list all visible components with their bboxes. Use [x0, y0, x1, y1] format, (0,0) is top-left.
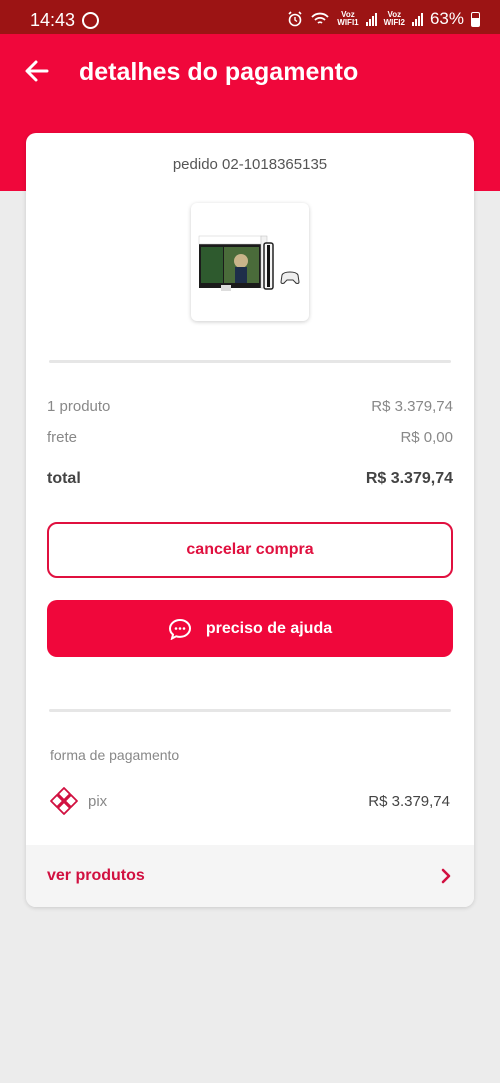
- product-image: [198, 235, 300, 291]
- back-arrow-icon[interactable]: [22, 56, 52, 86]
- products-label: 1 produto: [47, 398, 111, 415]
- divider: [49, 360, 451, 363]
- status-time: 14:43: [30, 10, 76, 30]
- products-row: 1 produto R$ 3.379,74: [47, 398, 453, 415]
- network-label-2: Voz WIFI2: [383, 10, 405, 27]
- network-label-1: Voz WIFI1: [337, 10, 359, 27]
- shipping-row: frete R$ 0,00: [47, 429, 453, 446]
- shipping-label: frete: [47, 429, 78, 446]
- page-title: detalhes do pagamento: [79, 58, 359, 86]
- view-products-label: ver produtos: [47, 867, 145, 884]
- payment-method-name: pix: [88, 792, 108, 810]
- order-id: pedido 02-1018365135: [172, 156, 328, 173]
- total-label: total: [47, 470, 81, 487]
- status-bar: 14:43 Voz WIFI1 Voz WIFI2 63%: [0, 0, 500, 34]
- payment-method-row: pix R$ 3.379,74: [48, 785, 450, 817]
- chevron-right-icon: [441, 868, 451, 884]
- help-button[interactable]: preciso de ajuda: [47, 600, 453, 657]
- cancel-purchase-button[interactable]: cancelar compra: [47, 522, 453, 578]
- chat-bubble-icon: [168, 618, 191, 640]
- total-value: R$ 3.379,74: [365, 470, 453, 487]
- divider: [49, 709, 451, 712]
- signal-icon: [365, 12, 377, 26]
- battery-percent: 63%: [429, 9, 464, 28]
- signal-icon: [411, 12, 423, 26]
- pix-icon: [50, 787, 78, 815]
- status-icons: Voz WIFI1 Voz WIFI2 63%: [287, 9, 480, 29]
- wifi-icon: [311, 12, 329, 24]
- shipping-value: R$ 0,00: [400, 429, 453, 446]
- product-thumbnail[interactable]: [191, 203, 309, 321]
- payment-method-label: forma de pagamento: [50, 747, 180, 763]
- view-products-row[interactable]: ver produtos: [26, 845, 474, 907]
- payment-amount: R$ 3.379,74: [368, 792, 450, 810]
- whatsapp-icon: [82, 12, 99, 29]
- alarm-icon: [288, 11, 302, 27]
- payment-details-card: pedido 02-1018365135 1 produto R$ 3.379,…: [26, 133, 474, 907]
- battery-icon: [471, 11, 480, 27]
- products-value: R$ 3.379,74: [371, 398, 453, 415]
- total-row: total R$ 3.379,74: [47, 470, 453, 488]
- help-button-label: preciso de ajuda: [205, 619, 333, 637]
